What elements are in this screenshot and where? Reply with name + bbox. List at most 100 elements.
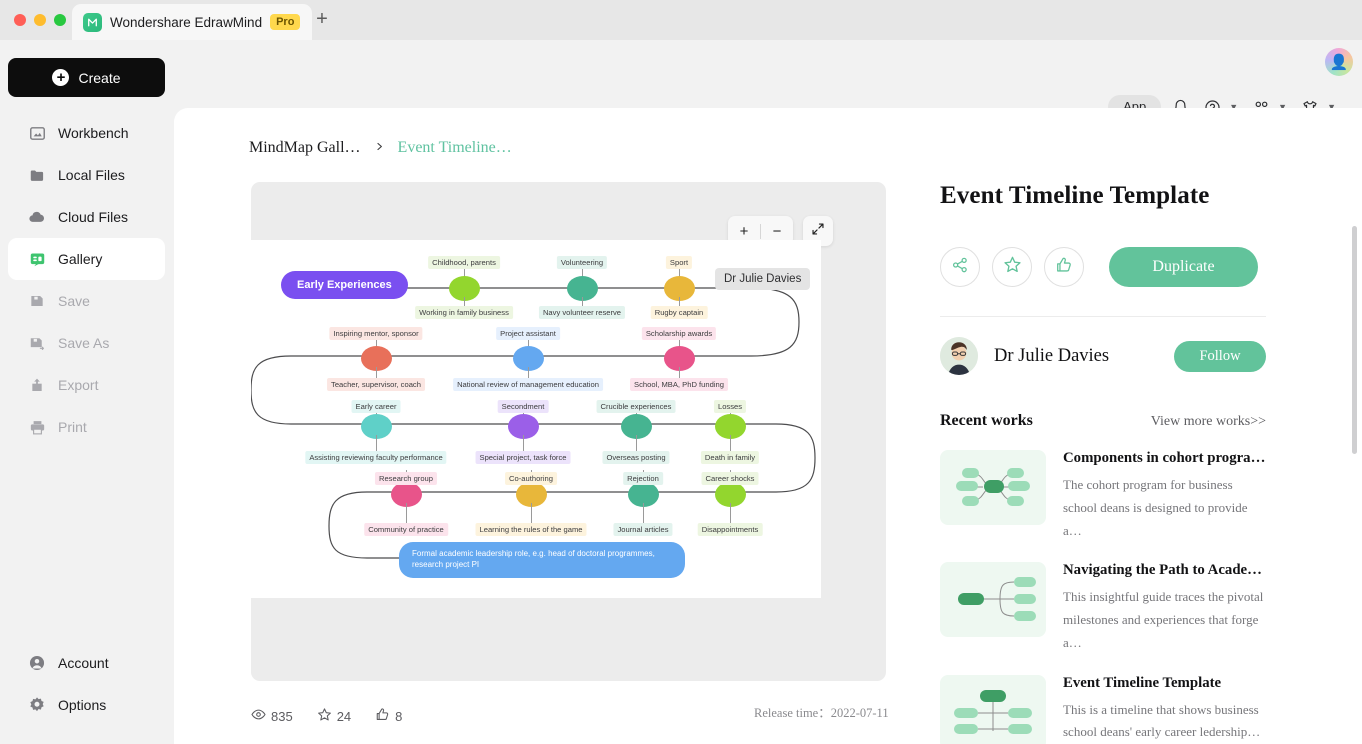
work-text: Components in cohort progra… The cohort … xyxy=(1063,450,1266,542)
close-window-button[interactable] xyxy=(14,14,26,26)
mindmap-stem xyxy=(531,503,532,523)
work-text: Navigating the Path to Academ… This insi… xyxy=(1063,562,1266,654)
pro-badge: Pro xyxy=(270,13,301,31)
maximize-window-button[interactable] xyxy=(54,14,66,26)
mindmap-stem xyxy=(406,503,407,523)
browser-tab[interactable]: Wondershare EdrawMind Pro xyxy=(72,4,313,40)
edrawmind-logo-icon xyxy=(83,12,102,32)
window-controls xyxy=(14,14,66,26)
work-text: Event Timeline Template This is a timeli… xyxy=(1063,675,1266,744)
mindmap-node-label: Working in family business xyxy=(415,306,513,319)
new-tab-button[interactable]: + xyxy=(312,9,332,30)
star-icon xyxy=(317,707,332,725)
list-item[interactable]: Components in cohort progra… The cohort … xyxy=(940,450,1266,542)
account-icon xyxy=(28,654,46,672)
print-icon xyxy=(28,418,46,436)
thumbs-up-icon xyxy=(1055,256,1073,279)
mindmap-node-label: Teacher, supervisor, coach xyxy=(327,378,425,391)
breadcrumb-gallery-link[interactable]: MindMap Gall… xyxy=(249,139,361,157)
mindmap-stem xyxy=(730,503,731,523)
page-title: Event Timeline Template xyxy=(940,182,1210,209)
sidebar-item-options[interactable]: Options xyxy=(8,684,165,726)
work-description: This insightful guide traces the pivotal… xyxy=(1063,589,1264,650)
vertical-scrollbar[interactable] xyxy=(1352,226,1357,454)
chevron-right-icon xyxy=(375,140,384,156)
folder-icon xyxy=(28,166,46,184)
sidebar-item-print[interactable]: Print xyxy=(8,406,165,448)
create-button[interactable]: + Create xyxy=(8,58,165,97)
sidebar-item-gallery[interactable]: Gallery xyxy=(8,238,165,280)
release-time-value: 2022-07-11 xyxy=(830,706,889,720)
duplicate-button[interactable]: Duplicate xyxy=(1109,247,1258,287)
sidebar-item-label: Workbench xyxy=(58,125,129,141)
mindmap-node-label: Journal articles xyxy=(613,523,673,536)
mindmap-node-label: Special project, task force xyxy=(475,451,571,464)
breadcrumb-current[interactable]: Event Timeline… xyxy=(398,139,512,157)
mindmap-node-label: Losses xyxy=(713,400,747,413)
sidebar-item-cloud-files[interactable]: Cloud Files xyxy=(8,196,165,238)
favorite-button[interactable] xyxy=(992,247,1032,287)
author-photo xyxy=(940,337,978,375)
work-description: The cohort program for business school d… xyxy=(1063,477,1248,538)
sidebar-item-label: Save xyxy=(58,293,90,309)
mindmap-node-label: Learning the rules of the game xyxy=(475,523,587,536)
mindmap-banner-node[interactable]: Formal academic leadership role, e.g. he… xyxy=(399,542,685,578)
detail-divider xyxy=(940,316,1266,317)
mindmap-node-label: Volunteering xyxy=(556,256,608,269)
mindmap-node-label: Research group xyxy=(374,472,438,485)
follow-button[interactable]: Follow xyxy=(1174,340,1266,372)
sidebar-item-label: Local Files xyxy=(58,167,125,183)
mindmap-node-label: Community of practice xyxy=(364,523,448,536)
recent-works-header: Recent works View more works>> xyxy=(940,412,1266,430)
mindmap-node-label: Co-authoring xyxy=(505,472,557,485)
template-actions: Duplicate xyxy=(940,247,1266,287)
sidebar-item-save-as[interactable]: Save As xyxy=(8,322,165,364)
work-title: Event Timeline Template xyxy=(1063,674,1222,691)
mindmap-node-label: Career shocks xyxy=(701,472,759,485)
view-more-works-link[interactable]: View more works>> xyxy=(1151,414,1266,430)
sidebar-bottom-nav: Account Options xyxy=(8,642,165,726)
mindmap-node-label: Childhood, parents xyxy=(428,256,500,269)
thumbs-up-icon xyxy=(375,707,390,725)
list-item[interactable]: Navigating the Path to Academ… This insi… xyxy=(940,562,1266,654)
views-count: 835 xyxy=(271,708,293,724)
save-as-icon xyxy=(28,334,46,352)
mindmap-node-label: National review of management education xyxy=(453,378,603,391)
sidebar-item-label: Save As xyxy=(58,335,110,351)
sidebar-item-local-files[interactable]: Local Files xyxy=(8,154,165,196)
mindmap-canvas[interactable]: Early Experiences Childhood, parents Wor… xyxy=(251,240,821,598)
release-time: Release time：2022-07-11 xyxy=(754,702,889,721)
tab-title: Wondershare EdrawMind xyxy=(110,14,263,30)
user-avatar[interactable]: 👤 xyxy=(1325,48,1353,76)
mindmap-node-label: Inspiring mentor, sponsor xyxy=(329,327,423,340)
mindmap-root-node[interactable]: Early Experiences xyxy=(281,271,408,299)
author-name: Dr Julie Davies xyxy=(994,345,1110,366)
sidebar-nav: Workbench Local Files Cloud Files Galler… xyxy=(8,112,165,448)
gallery-icon xyxy=(28,250,46,268)
mindmap-node-label: Rugby captain xyxy=(650,306,708,319)
minimize-window-button[interactable] xyxy=(34,14,46,26)
list-item[interactable]: Event Timeline Template This is a timeli… xyxy=(940,674,1266,744)
sidebar-item-account[interactable]: Account xyxy=(8,642,165,684)
likes-count: 8 xyxy=(395,708,403,724)
sidebar-item-label: Account xyxy=(58,655,109,671)
create-button-label: Create xyxy=(78,69,121,86)
workbench-icon xyxy=(28,124,46,142)
sidebar-item-workbench[interactable]: Workbench xyxy=(8,112,165,154)
share-button[interactable] xyxy=(940,247,980,287)
sidebar-item-label: Options xyxy=(58,697,107,713)
star-icon xyxy=(1003,255,1022,279)
breadcrumb: MindMap Gall… Event Timeline… xyxy=(249,139,512,157)
eye-icon xyxy=(251,707,266,725)
sidebar-item-save[interactable]: Save xyxy=(8,280,165,322)
expand-icon xyxy=(811,222,825,241)
mindmap-right-thumb xyxy=(940,562,1046,638)
mindmap-tree-thumb xyxy=(940,674,1046,744)
mindmap-node-label: Scholarship awards xyxy=(641,327,717,340)
avatar[interactable] xyxy=(940,337,978,375)
mindmap-node-label: Secondment xyxy=(497,400,549,413)
like-button[interactable] xyxy=(1044,247,1084,287)
sidebar-item-export[interactable]: Export xyxy=(8,364,165,406)
mindmap-node-label: Project assistant xyxy=(496,327,560,340)
sidebar: + Create Workbench Local Files Cloud Fil… xyxy=(0,40,173,744)
